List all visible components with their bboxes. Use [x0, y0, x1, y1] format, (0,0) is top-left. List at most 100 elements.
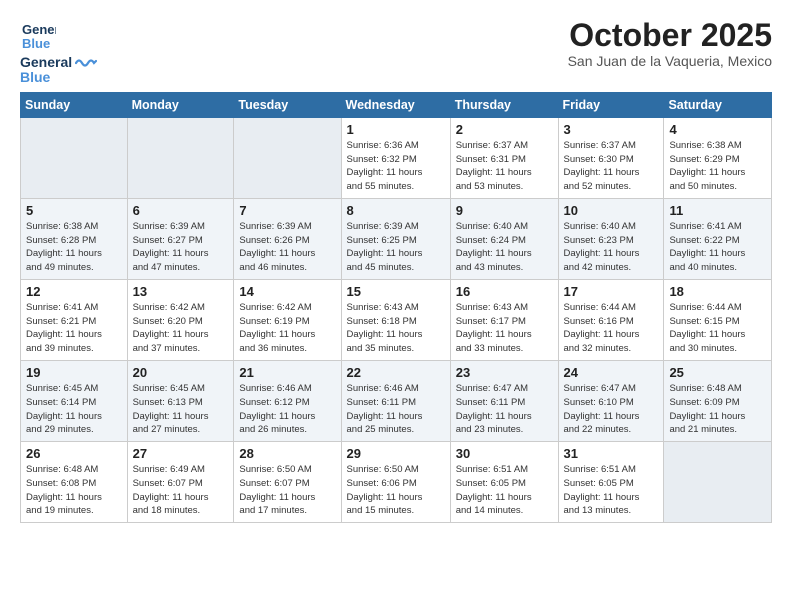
day-number: 4 [669, 122, 766, 137]
day-number: 17 [564, 284, 659, 299]
day-info: Sunrise: 6:39 AMSunset: 6:27 PMDaylight:… [133, 220, 229, 275]
calendar-week-row: 5 Sunrise: 6:38 AMSunset: 6:28 PMDaylight… [21, 198, 772, 279]
day-number: 28 [239, 446, 335, 461]
calendar-cell: 30 Sunrise: 6:51 AMSunset: 6:05 PMDayligh… [450, 442, 558, 523]
weekday-header-tuesday: Tuesday [234, 92, 341, 117]
day-number: 2 [456, 122, 553, 137]
month-title: October 2025 [568, 18, 772, 53]
day-number: 23 [456, 365, 553, 380]
day-number: 10 [564, 203, 659, 218]
day-number: 9 [456, 203, 553, 218]
day-info: Sunrise: 6:44 AMSunset: 6:16 PMDaylight:… [564, 301, 659, 356]
logo-text-general: General [20, 55, 72, 70]
page: General Blue General Blue October 2025 S… [0, 0, 792, 541]
day-info: Sunrise: 6:46 AMSunset: 6:12 PMDaylight:… [239, 382, 335, 437]
day-info: Sunrise: 6:39 AMSunset: 6:25 PMDaylight:… [347, 220, 445, 275]
day-info: Sunrise: 6:47 AMSunset: 6:11 PMDaylight:… [456, 382, 553, 437]
svg-text:Blue: Blue [22, 36, 50, 51]
day-number: 20 [133, 365, 229, 380]
calendar-week-row: 26Sunrise: 6:48 AMSunset: 6:08 PMDayligh… [21, 442, 772, 523]
calendar-week-row: 12 Sunrise: 6:41 AMSunset: 6:21 PMDayligh… [21, 279, 772, 360]
day-info: Sunrise: 6:41 AMSunset: 6:22 PMDaylight:… [669, 220, 766, 275]
day-info: Sunrise: 6:51 AMSunset: 6:05 PMDaylight:… [456, 463, 553, 518]
calendar-cell: 3Sunrise: 6:37 AMSunset: 6:30 PMDaylight… [558, 117, 664, 198]
calendar-cell: 29 Sunrise: 6:50 AMSunset: 6:06 PMDayligh… [341, 442, 450, 523]
day-number: 12 [26, 284, 122, 299]
day-info: Sunrise: 6:42 AMSunset: 6:19 PMDaylight:… [239, 301, 335, 356]
calendar-header-row: SundayMondayTuesdayWednesdayThursdayFrid… [21, 92, 772, 117]
calendar-cell: 9 Sunrise: 6:40 AMSunset: 6:24 PMDaylight… [450, 198, 558, 279]
calendar-cell: 26Sunrise: 6:48 AMSunset: 6:08 PMDayligh… [21, 442, 128, 523]
weekday-header-friday: Friday [558, 92, 664, 117]
calendar-cell: 18Sunrise: 6:44 AMSunset: 6:15 PMDayligh… [664, 279, 772, 360]
day-info: Sunrise: 6:36 AMSunset: 6:32 PMDaylight:… [347, 139, 445, 194]
day-info: Sunrise: 6:38 AMSunset: 6:28 PMDaylight:… [26, 220, 122, 275]
calendar-cell: 25 Sunrise: 6:48 AMSunset: 6:09 PMDayligh… [664, 360, 772, 441]
calendar-cell: 19 Sunrise: 6:45 AMSunset: 6:14 PMDayligh… [21, 360, 128, 441]
day-number: 6 [133, 203, 229, 218]
day-info: Sunrise: 6:48 AMSunset: 6:09 PMDaylight:… [669, 382, 766, 437]
day-info: Sunrise: 6:43 AMSunset: 6:17 PMDaylight:… [456, 301, 553, 356]
day-number: 7 [239, 203, 335, 218]
day-number: 25 [669, 365, 766, 380]
day-number: 16 [456, 284, 553, 299]
day-info: Sunrise: 6:51 AMSunset: 6:05 PMDaylight:… [564, 463, 659, 518]
calendar-cell: 23 Sunrise: 6:47 AMSunset: 6:11 PMDayligh… [450, 360, 558, 441]
calendar-cell: 15Sunrise: 6:43 AMSunset: 6:18 PMDayligh… [341, 279, 450, 360]
day-info: Sunrise: 6:50 AMSunset: 6:06 PMDaylight:… [347, 463, 445, 518]
day-info: Sunrise: 6:40 AMSunset: 6:23 PMDaylight:… [564, 220, 659, 275]
calendar-cell: 4 Sunrise: 6:38 AMSunset: 6:29 PMDaylight… [664, 117, 772, 198]
day-number: 1 [347, 122, 445, 137]
calendar-cell: 13 Sunrise: 6:42 AMSunset: 6:20 PMDayligh… [127, 279, 234, 360]
day-info: Sunrise: 6:37 AMSunset: 6:31 PMDaylight:… [456, 139, 553, 194]
day-number: 30 [456, 446, 553, 461]
weekday-header-saturday: Saturday [664, 92, 772, 117]
calendar-cell: 27Sunrise: 6:49 AMSunset: 6:07 PMDayligh… [127, 442, 234, 523]
title-block: October 2025 San Juan de la Vaqueria, Me… [568, 18, 772, 69]
weekday-header-wednesday: Wednesday [341, 92, 450, 117]
calendar-cell: 7 Sunrise: 6:39 AMSunset: 6:26 PMDaylight… [234, 198, 341, 279]
day-info: Sunrise: 6:44 AMSunset: 6:15 PMDaylight:… [669, 301, 766, 356]
day-info: Sunrise: 6:45 AMSunset: 6:14 PMDaylight:… [26, 382, 122, 437]
calendar-table: SundayMondayTuesdayWednesdayThursdayFrid… [20, 92, 772, 523]
logo: General Blue General Blue [20, 18, 97, 86]
calendar-cell: 6 Sunrise: 6:39 AMSunset: 6:27 PMDaylight… [127, 198, 234, 279]
weekday-header-thursday: Thursday [450, 92, 558, 117]
day-info: Sunrise: 6:38 AMSunset: 6:29 PMDaylight:… [669, 139, 766, 194]
logo-wave-icon [75, 56, 97, 70]
calendar-cell: 22Sunrise: 6:46 AMSunset: 6:11 PMDayligh… [341, 360, 450, 441]
day-number: 11 [669, 203, 766, 218]
day-number: 29 [347, 446, 445, 461]
day-number: 19 [26, 365, 122, 380]
calendar-cell [21, 117, 128, 198]
calendar-cell: 10 Sunrise: 6:40 AMSunset: 6:23 PMDayligh… [558, 198, 664, 279]
location: San Juan de la Vaqueria, Mexico [568, 53, 772, 69]
calendar-cell: 24Sunrise: 6:47 AMSunset: 6:10 PMDayligh… [558, 360, 664, 441]
calendar-cell: 20 Sunrise: 6:45 AMSunset: 6:13 PMDayligh… [127, 360, 234, 441]
day-number: 13 [133, 284, 229, 299]
calendar-cell [664, 442, 772, 523]
weekday-header-monday: Monday [127, 92, 234, 117]
day-number: 14 [239, 284, 335, 299]
day-info: Sunrise: 6:43 AMSunset: 6:18 PMDaylight:… [347, 301, 445, 356]
day-info: Sunrise: 6:39 AMSunset: 6:26 PMDaylight:… [239, 220, 335, 275]
day-number: 5 [26, 203, 122, 218]
calendar-week-row: 1 Sunrise: 6:36 AMSunset: 6:32 PMDaylight… [21, 117, 772, 198]
day-info: Sunrise: 6:40 AMSunset: 6:24 PMDaylight:… [456, 220, 553, 275]
day-number: 22 [347, 365, 445, 380]
day-info: Sunrise: 6:48 AMSunset: 6:08 PMDaylight:… [26, 463, 122, 518]
calendar-week-row: 19 Sunrise: 6:45 AMSunset: 6:14 PMDayligh… [21, 360, 772, 441]
calendar-cell: 5 Sunrise: 6:38 AMSunset: 6:28 PMDaylight… [21, 198, 128, 279]
day-info: Sunrise: 6:47 AMSunset: 6:10 PMDaylight:… [564, 382, 659, 437]
day-info: Sunrise: 6:42 AMSunset: 6:20 PMDaylight:… [133, 301, 229, 356]
day-info: Sunrise: 6:49 AMSunset: 6:07 PMDaylight:… [133, 463, 229, 518]
day-info: Sunrise: 6:45 AMSunset: 6:13 PMDaylight:… [133, 382, 229, 437]
calendar-cell: 31Sunrise: 6:51 AMSunset: 6:05 PMDayligh… [558, 442, 664, 523]
day-info: Sunrise: 6:50 AMSunset: 6:07 PMDaylight:… [239, 463, 335, 518]
day-info: Sunrise: 6:41 AMSunset: 6:21 PMDaylight:… [26, 301, 122, 356]
calendar-cell: 8Sunrise: 6:39 AMSunset: 6:25 PMDaylight… [341, 198, 450, 279]
weekday-header-sunday: Sunday [21, 92, 128, 117]
calendar-cell: 16 Sunrise: 6:43 AMSunset: 6:17 PMDayligh… [450, 279, 558, 360]
day-number: 21 [239, 365, 335, 380]
calendar-cell [234, 117, 341, 198]
